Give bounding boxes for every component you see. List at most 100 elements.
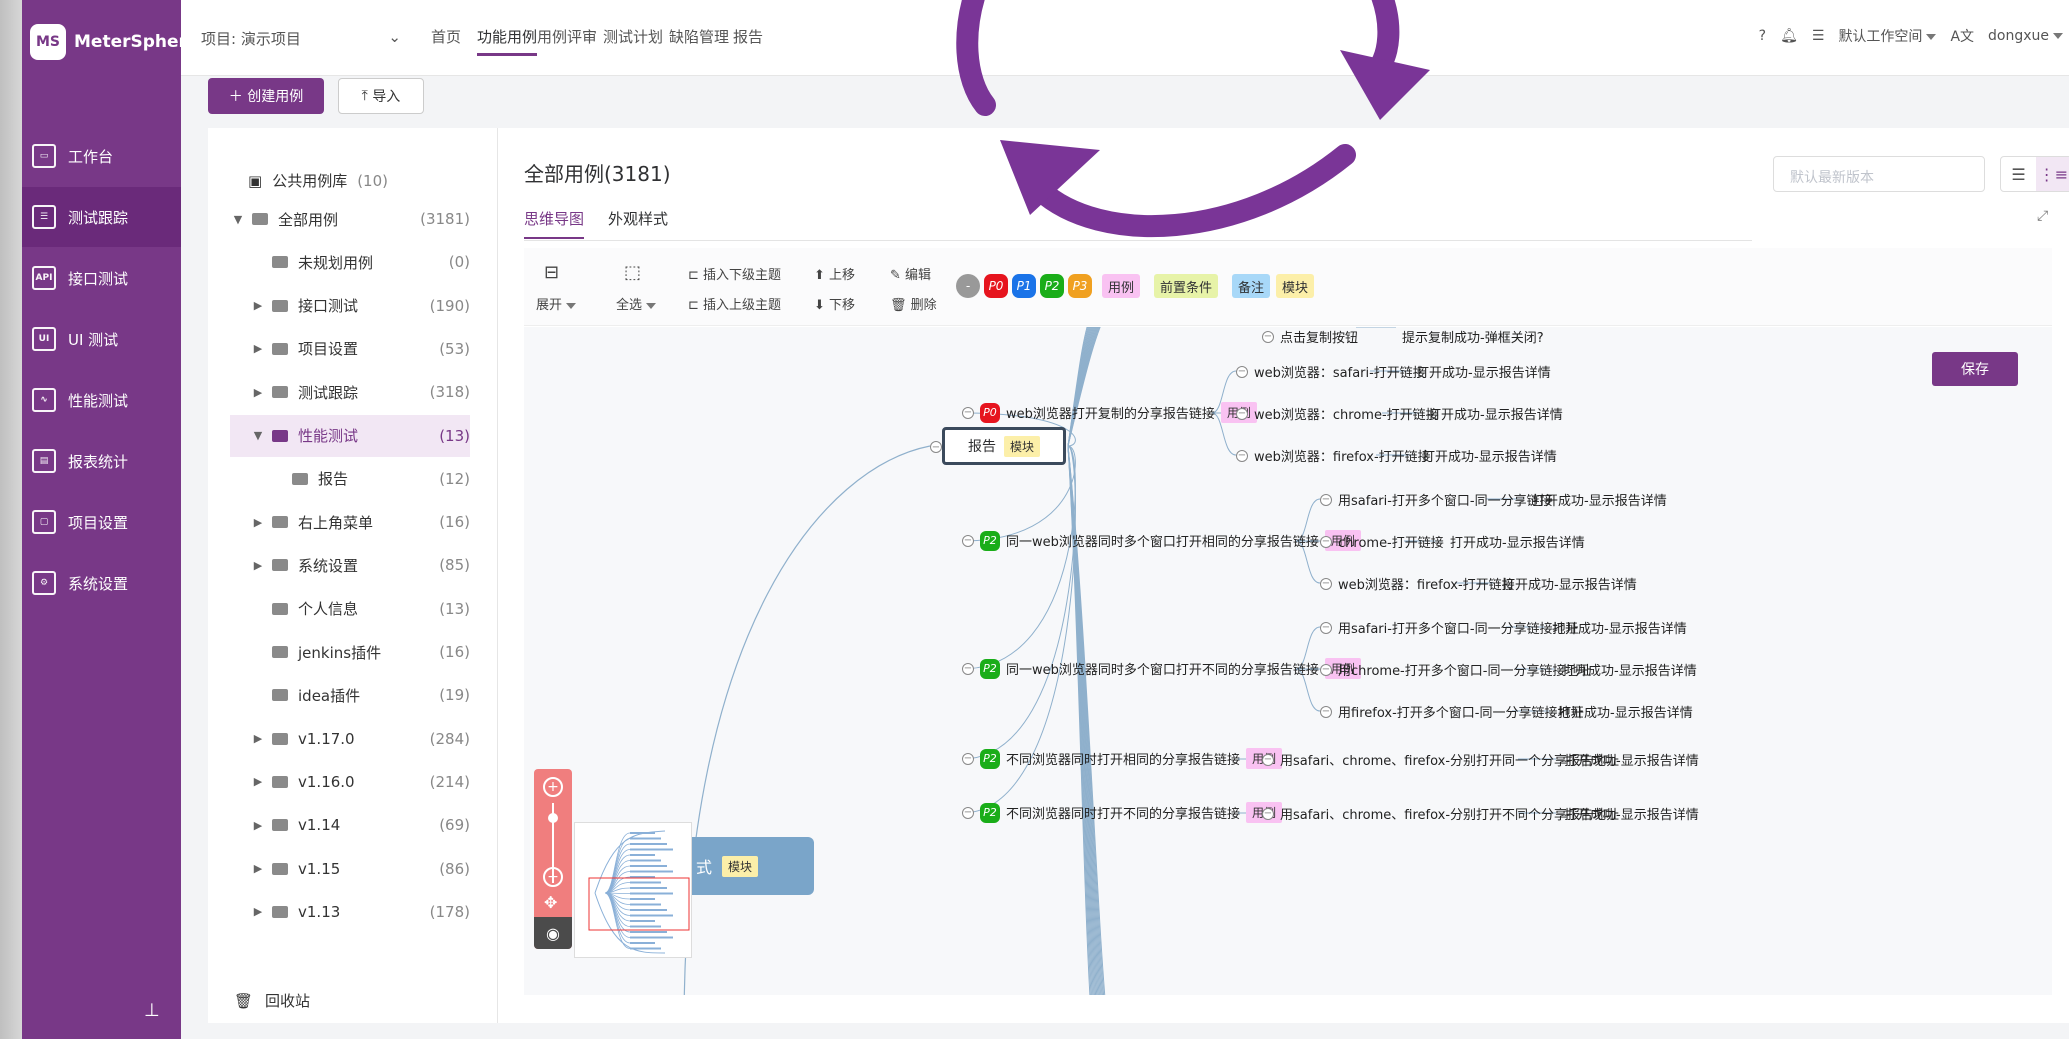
eye-icon[interactable]: ◉ [534, 917, 572, 949]
help-icon[interactable]: ? [1759, 28, 1766, 44]
collapse-node-icon[interactable]: − [1236, 449, 1248, 462]
collapse-node-icon[interactable]: − [962, 406, 974, 419]
collapse-node-icon[interactable]: − [930, 441, 942, 453]
mindmap-result-node[interactable]: 打开成功-显示报告详情 [1422, 446, 1557, 465]
mindmap-root-node[interactable]: 报告 模块 [942, 427, 1066, 465]
tree-node[interactable]: ▶ 测试跟踪 (318) [230, 371, 470, 413]
top-nav-item-3[interactable]: 测试计划 [603, 26, 663, 47]
collapse-node-icon[interactable]: − [1320, 663, 1332, 676]
mindmap-result-node[interactable]: 打开成功-显示报告详情 [1562, 660, 1697, 679]
collapse-node-icon[interactable]: − [1236, 365, 1248, 378]
mindmap-step-node[interactable]: − 用safari-打开多个窗口-同一分享链接 [1320, 490, 1553, 509]
sidebar-item-1[interactable]: ☰ 测试跟踪 [22, 187, 181, 247]
collapse-node-icon[interactable]: − [962, 752, 974, 765]
priority-p0-button[interactable]: P0 [984, 274, 1008, 298]
tab-appearance[interactable]: 外观样式 [608, 208, 668, 229]
sidebar-item-5[interactable]: ▤ 报表统计 [22, 431, 181, 491]
mindmap-result-node[interactable]: 打开成功-显示报告详情 [1552, 618, 1687, 637]
mindmap-result-node[interactable]: 提示复制成功-弹框关闭? [1402, 327, 1544, 346]
tree-node[interactable]: ▼ 性能测试 (13) [230, 414, 470, 457]
top-nav-item-4[interactable]: 缺陷管理 [669, 26, 729, 47]
expand-icon[interactable]: ⊟ [544, 262, 559, 283]
expand-arrow-icon[interactable]: ▼ [250, 429, 266, 442]
workspace-select[interactable]: 默认工作空间 [1838, 26, 1937, 46]
collapse-node-icon[interactable]: − [1236, 407, 1248, 420]
tag-remark-button[interactable]: 备注 [1232, 274, 1271, 298]
collapse-node-icon[interactable]: − [962, 806, 974, 819]
mindmap-step-node[interactable]: − web浏览器：safari-打开链接 [1236, 362, 1426, 381]
mindmap-result-node[interactable]: 打开成功-显示报告详情 [1428, 404, 1563, 423]
move-down-button[interactable]: ⬇ 下移 [814, 294, 855, 313]
move-up-button[interactable]: ⬆ 上移 [814, 264, 855, 283]
recycle-bin[interactable]: 🗑︎ 回收站 [234, 990, 310, 1011]
save-button[interactable]: 保存 [1932, 352, 2018, 386]
sidebar-item-3[interactable]: UI UI 测试 [22, 309, 181, 369]
mindmap-case-node[interactable]: − P2 同一web浏览器同时多个窗口打开相同的分享报告链接 用例 [962, 530, 1361, 551]
expand-arrow-icon[interactable]: ▶ [250, 775, 266, 788]
expand-arrow-icon[interactable]: ▶ [250, 299, 266, 312]
mindmap-case-node[interactable]: − P2 同一web浏览器同时多个窗口打开不同的分享报告链接 用例 [962, 658, 1361, 679]
collapse-node-icon[interactable]: − [962, 534, 974, 547]
expand-arrow-icon[interactable]: ▶ [250, 732, 266, 745]
priority-p1-button[interactable]: P1 [1012, 274, 1036, 298]
tree-node[interactable]: ▶ v1.16.0 (214) [230, 761, 470, 803]
mindmap-step-node[interactable]: − 用chrome-打开多个窗口-同一分享链接地址 [1320, 660, 1591, 679]
expand-arrow-icon[interactable]: ▶ [250, 386, 266, 399]
tree-node[interactable]: ▶ v1.17.0 (284) [230, 718, 470, 760]
select-all-icon[interactable]: ⬚ [624, 262, 641, 283]
mindmap-result-node[interactable]: 打开成功-显示报告详情 [1502, 574, 1637, 593]
version-select[interactable]: 默认最新版本 [1773, 156, 1985, 192]
sidebar-item-7[interactable]: ⚙ 系统设置 [22, 553, 181, 613]
expand-arrow-icon[interactable]: ▶ [250, 516, 266, 529]
tree-node[interactable]: ▼ 全部用例 (3181) [230, 198, 470, 240]
top-nav-item-0[interactable]: 首页 [431, 26, 461, 47]
sidebar-item-4[interactable]: ∿ 性能测试 [22, 370, 181, 430]
mindmap-step-node[interactable]: − 点击复制按钮 [1262, 327, 1358, 346]
mindmap-case-node[interactable]: −P0web浏览器打开复制的分享报告链接用例 [962, 402, 1257, 423]
tree-node[interactable]: ▶ v1.14 (69) [230, 804, 470, 846]
collapse-node-icon[interactable]: − [1262, 330, 1274, 343]
expand-arrow-icon[interactable]: ▶ [250, 905, 266, 918]
edit-button[interactable]: ✎ 编辑 [890, 264, 931, 283]
insert-child-button[interactable]: ⊏ 插入下级主题 [688, 264, 781, 283]
collapse-node-icon[interactable]: − [962, 662, 974, 675]
mindmap-view-icon[interactable]: ⋮≡ [2036, 157, 2069, 191]
mindmap-case-node[interactable]: −P2不同浏览器同时打开不同的分享报告链接用例 [962, 802, 1283, 823]
mindmap-step-node[interactable]: − web浏览器：chrome-打开链接 [1236, 404, 1439, 423]
collapse-node-icon[interactable]: − [1320, 535, 1332, 548]
import-button[interactable]: ⤒ 导入 [338, 78, 424, 114]
priority-p2-button[interactable]: P2 [1040, 274, 1064, 298]
tree-node[interactable]: ▶ v1.13 (178) [230, 891, 470, 933]
mindmap-step-node[interactable]: − web浏览器：firefox-打开链接 [1320, 574, 1515, 593]
tree-node[interactable]: jenkins插件 (16) [230, 631, 470, 673]
tree-node[interactable]: idea插件 (19) [230, 674, 470, 716]
mindmap-result-node[interactable]: 打开成功-显示报告详情 [1564, 750, 1699, 769]
language-icon[interactable]: A文 [1950, 26, 1974, 46]
mindmap-step-node[interactable]: − web浏览器：firefox-打开链接 [1236, 446, 1431, 465]
mindmap-result-node[interactable]: 打开成功-显示报告详情 [1532, 490, 1667, 509]
tag-case-button[interactable]: 用例 [1102, 274, 1141, 298]
tree-node[interactable]: 个人信息 (13) [230, 588, 470, 630]
top-nav-item-5[interactable]: 报告 [733, 26, 763, 47]
fullscreen-icon[interactable]: ⤢ [2037, 208, 2048, 224]
priority-clear-button[interactable]: - [956, 274, 980, 298]
mindmap-step-node[interactable]: − 用firefox-打开多个窗口-同一分享链接地址 [1320, 702, 1583, 721]
collapse-node-icon[interactable]: − [1320, 577, 1332, 590]
expand-arrow-icon[interactable]: ▶ [250, 819, 266, 832]
task-list-icon[interactable]: ☰ [1812, 28, 1825, 44]
mindmap-canvas[interactable]: 式 模块 + − ✥ ◉ 报告 模块 − − 点击复制按钮 提示复制成功-弹框关… [524, 327, 2052, 995]
mindmap-step-node[interactable]: − 用safari-打开多个窗口-同一分享链接地址 [1320, 618, 1579, 637]
select-all-button[interactable]: 全选 [616, 294, 657, 313]
collapse-node-icon[interactable]: − [1262, 807, 1274, 820]
zoom-in-icon[interactable]: + [543, 777, 563, 797]
tree-node[interactable]: ▶ 右上角菜单 (16) [230, 501, 470, 543]
priority-p3-button[interactable]: P3 [1068, 274, 1092, 298]
expand-arrow-icon[interactable]: ▶ [250, 559, 266, 572]
tree-node[interactable]: ▶ 项目设置 (53) [230, 328, 470, 370]
delete-button[interactable]: 🗑︎ 删除 [890, 294, 937, 313]
expand-arrow-icon[interactable]: ▼ [230, 213, 246, 226]
collapse-node-icon[interactable]: − [1320, 705, 1332, 718]
pin-icon[interactable]: ⊥ [144, 1000, 160, 1021]
view-toggle[interactable]: ☰ ⋮≡ [2000, 156, 2069, 192]
collapse-node-icon[interactable]: − [1262, 753, 1274, 766]
